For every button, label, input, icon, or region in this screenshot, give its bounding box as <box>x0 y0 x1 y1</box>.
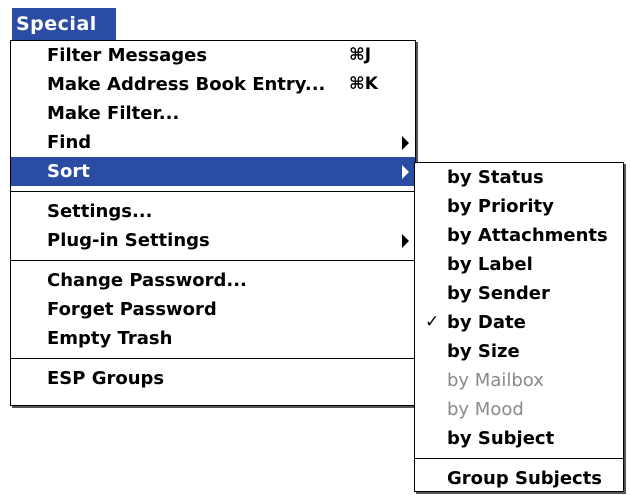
sort-item-by-subject[interactable]: by Subject <box>415 424 623 453</box>
menu-item-settings[interactable]: Settings... <box>11 197 415 226</box>
menu-item-find[interactable]: Find <box>11 128 415 157</box>
sort-item-by-mood: by Mood <box>415 395 623 424</box>
menu-item-label: by Status <box>447 167 544 188</box>
menu-item-label: Forget Password <box>47 299 217 320</box>
sort-item-by-priority[interactable]: by Priority <box>415 192 623 221</box>
menu-item-label: Plug-in Settings <box>47 230 210 251</box>
shortcut-label: ⌘J <box>349 45 372 65</box>
menu-item-label: Settings... <box>47 201 153 222</box>
menu-separator <box>11 358 415 359</box>
sort-submenu: by Status by Priority by Attachments by … <box>414 162 624 492</box>
sort-item-by-date[interactable]: ✓ by Date <box>415 308 623 337</box>
special-menu: Filter Messages ⌘J Make Address Book Ent… <box>10 40 416 406</box>
menu-item-empty-trash[interactable]: Empty Trash <box>11 324 415 353</box>
menu-item-label: by Date <box>447 312 526 333</box>
menu-item-label: Group Subjects <box>447 468 603 489</box>
menu-item-label: Find <box>47 132 92 153</box>
menu-item-label: by Attachments <box>447 225 608 246</box>
menu-item-label: by Sender <box>447 283 550 304</box>
menu-item-label: by Mood <box>447 399 524 420</box>
menu-item-filter-messages[interactable]: Filter Messages ⌘J <box>11 41 415 70</box>
shortcut-label: ⌘K <box>349 74 378 94</box>
menu-item-label: Change Password... <box>47 270 247 291</box>
menu-item-label: Empty Trash <box>47 328 173 349</box>
menu-item-label: by Size <box>447 341 520 362</box>
menu-item-label: by Priority <box>447 196 554 217</box>
sort-item-by-attachments[interactable]: by Attachments <box>415 221 623 250</box>
menu-item-sort[interactable]: Sort <box>11 157 415 186</box>
sort-item-by-sender[interactable]: by Sender <box>415 279 623 308</box>
sort-item-by-mailbox: by Mailbox <box>415 366 623 395</box>
menu-item-label: Sort <box>47 161 90 182</box>
menu-item-plug-in-settings[interactable]: Plug-in Settings <box>11 226 415 255</box>
submenu-arrow-icon <box>402 136 409 150</box>
menu-item-change-password[interactable]: Change Password... <box>11 266 415 295</box>
menu-item-label: by Subject <box>447 428 555 449</box>
menu-item-label: Make Filter... <box>47 103 180 124</box>
sort-item-by-label[interactable]: by Label <box>415 250 623 279</box>
submenu-arrow-icon <box>402 165 409 179</box>
checkmark-icon: ✓ <box>425 312 440 332</box>
menu-item-label: by Mailbox <box>447 370 544 391</box>
sort-item-by-status[interactable]: by Status <box>415 163 623 192</box>
menu-item-forget-password[interactable]: Forget Password <box>11 295 415 324</box>
menu-title-special[interactable]: Special <box>12 8 116 40</box>
sort-item-group-subjects[interactable]: Group Subjects <box>415 464 623 493</box>
menu-item-make-filter[interactable]: Make Filter... <box>11 99 415 128</box>
menu-item-label: ESP Groups <box>47 368 165 389</box>
menu-item-label: by Label <box>447 254 533 275</box>
menu-item-label: Filter Messages <box>47 45 208 66</box>
submenu-arrow-icon <box>402 234 409 248</box>
menu-item-label: Make Address Book Entry... <box>47 74 326 95</box>
sort-item-by-size[interactable]: by Size <box>415 337 623 366</box>
menu-separator <box>415 458 623 459</box>
menu-title-label: Special <box>16 13 97 35</box>
menu-item-make-address-book-entry[interactable]: Make Address Book Entry... ⌘K <box>11 70 415 99</box>
menu-separator <box>11 260 415 261</box>
menu-separator <box>11 191 415 192</box>
menu-item-esp-groups[interactable]: ESP Groups <box>11 364 415 393</box>
